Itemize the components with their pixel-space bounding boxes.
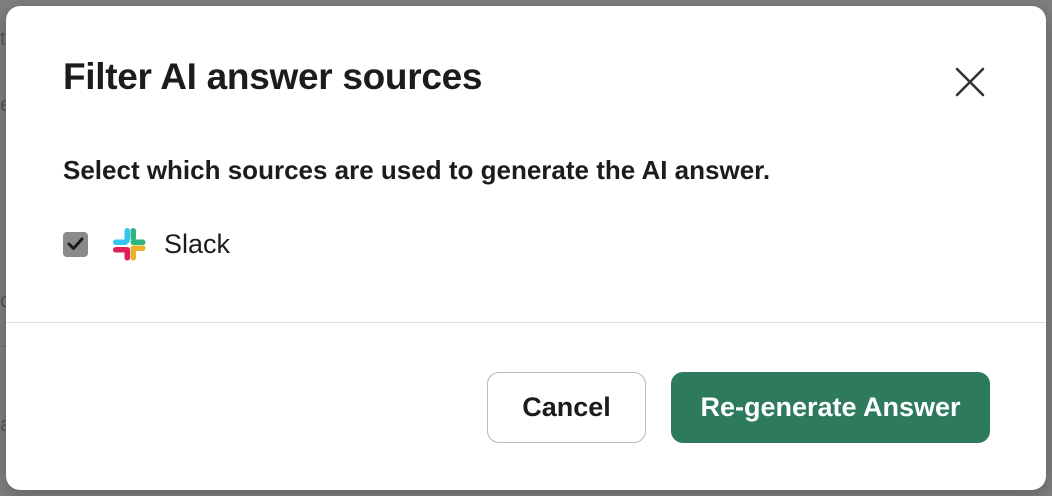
filter-sources-dialog: Filter AI answer sources Select which so… (6, 6, 1046, 490)
checkmark-icon (67, 237, 84, 250)
close-button[interactable] (950, 62, 990, 102)
background-text-fragment: t (0, 28, 6, 50)
source-checkbox[interactable] (63, 231, 88, 257)
dialog-description: Select which sources are used to generat… (63, 155, 771, 185)
source-item-slack[interactable]: Slack (63, 226, 230, 262)
cancel-button[interactable]: Cancel (487, 372, 646, 443)
dialog-title: Filter AI answer sources (63, 56, 483, 97)
slack-logo-icon (113, 228, 146, 261)
source-label: Slack (164, 228, 231, 259)
close-icon (955, 67, 985, 97)
footer-divider (6, 322, 1046, 323)
regenerate-answer-button[interactable]: Re-generate Answer (671, 372, 990, 443)
